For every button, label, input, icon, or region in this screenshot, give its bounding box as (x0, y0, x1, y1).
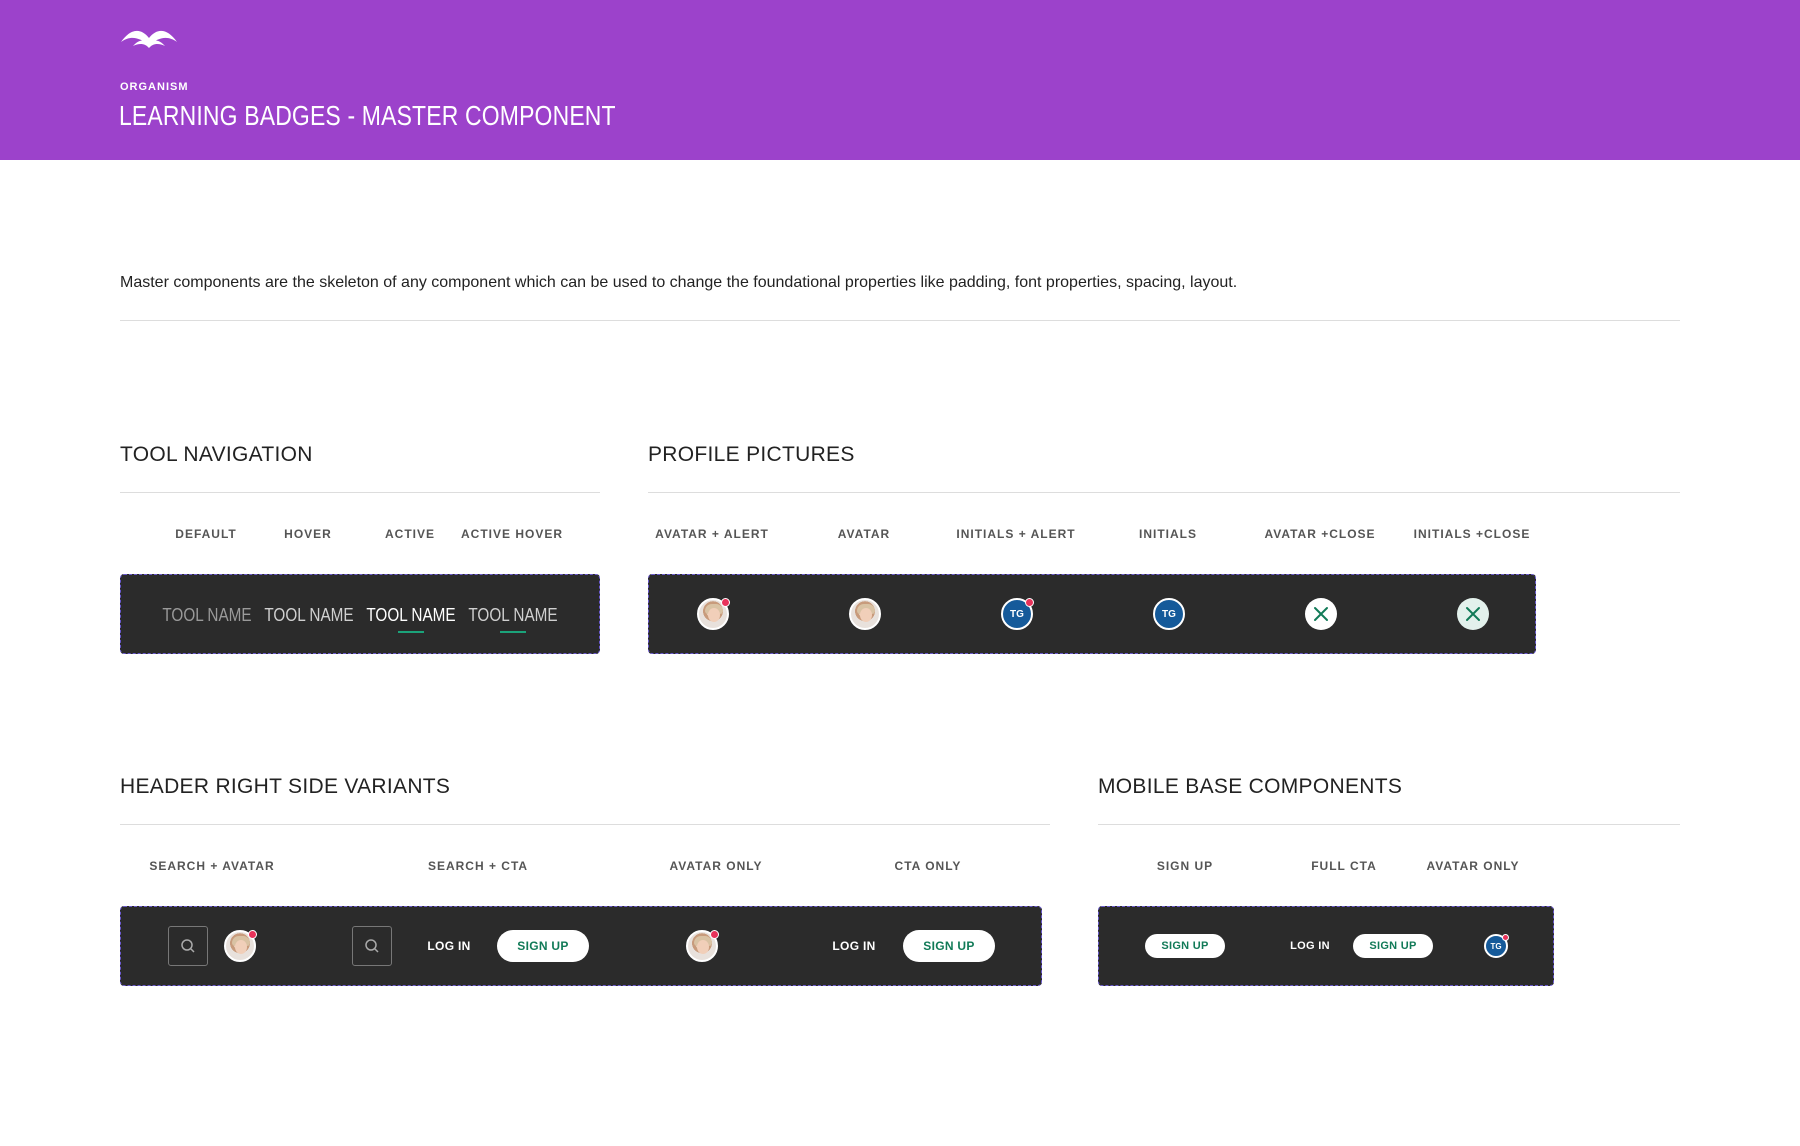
section-divider (1098, 824, 1680, 825)
search-button[interactable] (168, 926, 208, 966)
column-label: HOVER (284, 527, 332, 541)
alert-dot-icon (710, 930, 719, 939)
initials-text: TG (1162, 608, 1176, 620)
initials-with-alert[interactable]: TG (1484, 934, 1509, 958)
section-title-header-right-side: HEADER RIGHT SIDE VARIANTS (120, 775, 451, 798)
login-link[interactable]: LOG IN (1290, 940, 1330, 952)
avatar (849, 598, 881, 630)
initials-text: TG (1490, 941, 1502, 951)
initials-avatar: TG (1153, 598, 1185, 630)
initials-avatar: TG (1484, 934, 1509, 958)
section-title-tool-navigation: TOOL NAVIGATION (120, 443, 313, 466)
section-divider (648, 492, 1680, 493)
column-label: AVATAR ONLY (669, 859, 763, 873)
tool-nav-item-default[interactable]: TOOL NAME (162, 605, 251, 626)
initials-plain[interactable]: TG (1153, 598, 1185, 630)
column-label: AVATAR + ALERT (655, 527, 769, 541)
column-label: AVATAR +CLOSE (1264, 527, 1376, 541)
search-button[interactable] (352, 926, 392, 966)
avatar-with-alert[interactable] (697, 598, 730, 630)
tool-nav-item-active[interactable]: TOOL NAME (366, 605, 455, 626)
close-icon (1457, 598, 1489, 630)
search-icon (168, 926, 208, 966)
alert-dot-icon (1025, 598, 1034, 607)
active-underline (500, 631, 526, 633)
avatar (697, 598, 730, 630)
avatar-close-button[interactable] (1305, 598, 1337, 630)
tool-navigation-panel: TOOL NAME TOOL NAME TOOL NAME TOOL NAME (120, 574, 600, 654)
tool-nav-item-hover[interactable]: TOOL NAME (264, 605, 353, 626)
initials-with-alert[interactable]: TG (1001, 598, 1034, 630)
column-label: INITIALS (1139, 527, 1197, 541)
column-label: ACTIVE (384, 527, 436, 541)
login-link[interactable]: LOG IN (427, 939, 470, 953)
section-divider (120, 824, 1050, 825)
eyebrow-label: ORGANISM (120, 81, 189, 93)
column-label: SEARCH + CTA (427, 859, 529, 873)
column-label: CTA ONLY (894, 859, 962, 873)
column-label: AVATAR ONLY (1426, 859, 1520, 873)
alert-dot-icon (248, 930, 257, 939)
wave-arc-logo-icon (121, 30, 177, 48)
column-label: INITIALS +CLOSE (1413, 527, 1531, 541)
column-label: FULL CTA (1311, 859, 1377, 873)
close-icon (1305, 598, 1337, 630)
active-underline (398, 631, 424, 633)
initials-avatar: TG (1001, 598, 1034, 630)
signup-button[interactable]: SIGN UP (1145, 934, 1225, 958)
page-header: ORGANISM LEARNING BADGES - MASTER COMPON… (0, 0, 1800, 160)
signup-button[interactable]: SIGN UP (497, 930, 589, 962)
intro-text: Master components are the skeleton of an… (120, 274, 1238, 291)
avatar-with-alert[interactable] (224, 930, 257, 962)
mobile-base-panel: SIGN UP LOG IN SIGN UP TG (1098, 906, 1554, 986)
section-title-mobile-base: MOBILE BASE COMPONENTS (1098, 775, 1403, 798)
signup-button[interactable]: SIGN UP (1353, 934, 1433, 958)
avatar-plain[interactable] (849, 598, 881, 630)
avatar (686, 930, 719, 962)
column-label: SIGN UP (1156, 859, 1214, 873)
column-label: DEFAULT (175, 527, 237, 541)
search-icon (352, 926, 392, 966)
column-label: SEARCH + AVATAR (149, 859, 275, 873)
alert-dot-icon (1502, 934, 1509, 941)
signup-button[interactable]: SIGN UP (903, 930, 995, 962)
avatar-with-alert[interactable] (686, 930, 719, 962)
section-divider (120, 492, 600, 493)
login-link[interactable]: LOG IN (832, 939, 875, 953)
intro-divider (120, 320, 1680, 321)
initials-close-button[interactable] (1457, 598, 1489, 630)
page-title: LEARNING BADGES - MASTER COMPONENT (119, 100, 616, 131)
header-right-panel: LOG IN SIGN UP LOG IN SIGN UP (120, 906, 1042, 986)
alert-dot-icon (721, 598, 730, 607)
profile-pictures-panel: TG TG (648, 574, 1536, 654)
initials-text: TG (1010, 608, 1024, 620)
tool-nav-item-active-hover[interactable]: TOOL NAME (468, 605, 557, 626)
section-title-profile-pictures: PROFILE PICTURES (648, 443, 855, 466)
column-label: AVATAR (837, 527, 891, 541)
avatar (224, 930, 257, 962)
column-label: INITIALS + ALERT (956, 527, 1076, 541)
column-label: ACTIVE HOVER (460, 527, 564, 541)
